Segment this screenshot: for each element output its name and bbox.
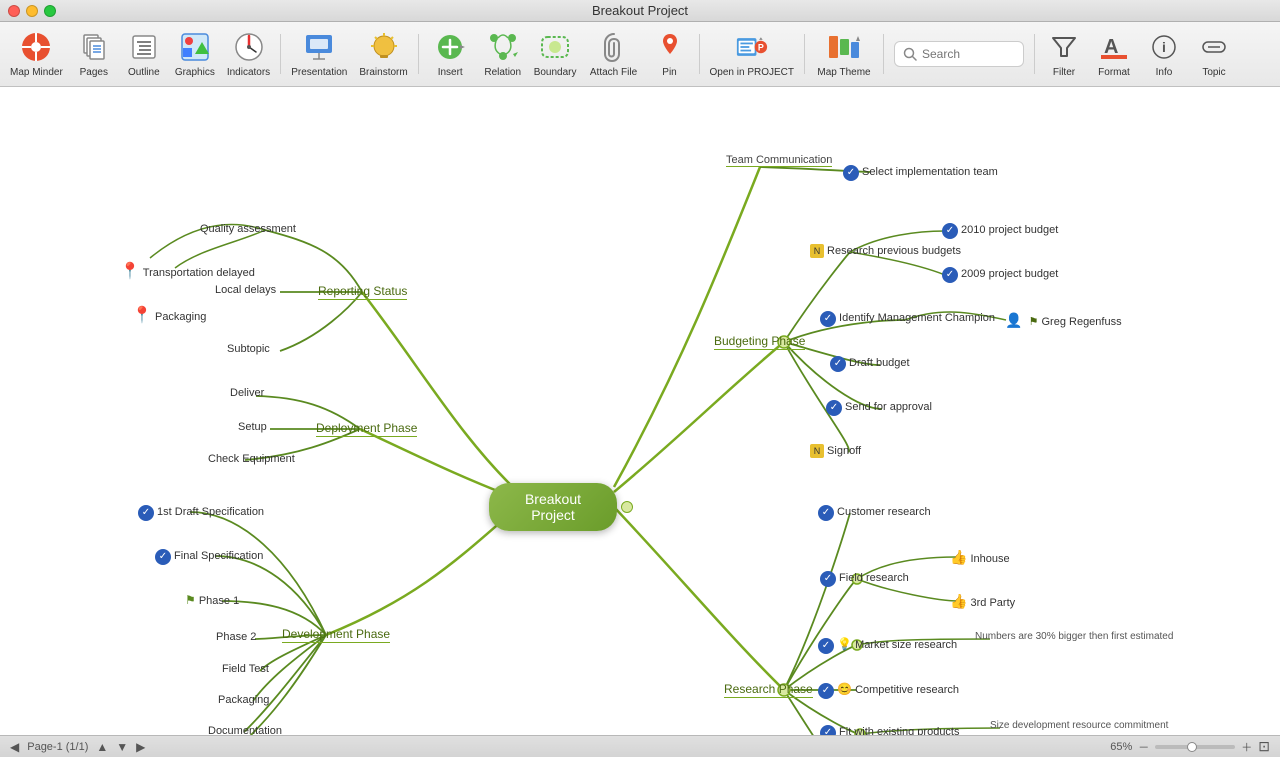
toolbar-item-insert[interactable]: Insert (423, 24, 478, 84)
toolbar-item-brainstorm[interactable]: Brainstorm (353, 24, 413, 84)
indicators-label: Indicators (227, 67, 270, 78)
boundary-label: Boundary (534, 67, 577, 78)
toolbar-item-format[interactable]: A Format (1089, 24, 1139, 84)
sep-4 (804, 34, 805, 74)
zoom-decrease[interactable]: － (1138, 739, 1149, 755)
search-input[interactable] (922, 47, 1012, 61)
open-project-label: Open in PROJECT (710, 67, 794, 78)
page-indicator: Page-1 (1/1) (27, 741, 88, 753)
outline-icon (128, 31, 160, 63)
toolbar-item-topic[interactable]: Topic (1189, 24, 1239, 84)
statusbar-right: 65% － ＋ ⊡ (1110, 738, 1270, 755)
pages-icon (78, 31, 110, 63)
fit-view-icon[interactable]: ⊡ (1258, 738, 1270, 755)
relation-icon (487, 31, 519, 63)
mindmap-svg (0, 87, 1280, 735)
toolbar-item-pin[interactable]: Pin (645, 24, 695, 84)
center-node[interactable]: Breakout Project (489, 483, 617, 531)
toolbar-item-pages[interactable]: Pages (69, 24, 119, 84)
statusbar-left: ◀ Page-1 (1/1) ▲ ▼ ▶ (10, 740, 145, 754)
presentation-icon (303, 31, 335, 63)
format-label: Format (1098, 67, 1130, 78)
sep-2 (418, 34, 419, 74)
nav-up[interactable]: ▲ (96, 740, 108, 754)
statusbar: ◀ Page-1 (1/1) ▲ ▼ ▶ 65% － ＋ ⊡ (0, 735, 1280, 757)
pin-label: Pin (662, 67, 676, 78)
nav-prev[interactable]: ◀ (10, 740, 19, 754)
toolbar-item-map-minder[interactable]: Map Minder (4, 24, 69, 84)
toolbar-item-boundary[interactable]: Boundary (528, 24, 583, 84)
sep-5 (883, 34, 884, 74)
search-icon (903, 47, 917, 61)
map-theme-label: Map Theme (817, 67, 870, 78)
toolbar-item-filter[interactable]: Filter (1039, 24, 1089, 84)
toolbar-item-map-theme[interactable]: Map Theme (809, 24, 879, 84)
sep-3 (699, 34, 700, 74)
toolbar-item-search[interactable] (888, 24, 1030, 84)
sep-1 (280, 34, 281, 74)
svg-text:P: P (758, 42, 764, 52)
minimize-button[interactable] (26, 5, 38, 17)
window-title: Breakout Project (592, 3, 688, 18)
filter-icon (1048, 31, 1080, 63)
brainstorm-label: Brainstorm (359, 67, 407, 78)
relation-label: Relation (484, 67, 521, 78)
sep-6 (1034, 34, 1035, 74)
main-canvas[interactable]: Breakout Project Reporting Status Qualit… (0, 87, 1280, 735)
toolbar-item-presentation[interactable]: Presentation (285, 24, 353, 84)
zoom-level: 65% (1110, 741, 1132, 753)
toolbar-item-open-project[interactable]: P Open in PROJECT (704, 24, 800, 84)
info-icon: i (1148, 31, 1180, 63)
close-button[interactable] (8, 5, 20, 17)
map-minder-label: Map Minder (10, 67, 63, 78)
presentation-label: Presentation (291, 67, 347, 78)
nav-next[interactable]: ▶ (136, 740, 145, 754)
topic-label: Topic (1202, 67, 1225, 78)
nav-down[interactable]: ▼ (116, 740, 128, 754)
pin-icon (654, 31, 686, 63)
brainstorm-icon (368, 31, 400, 63)
boundary-icon (539, 31, 571, 63)
filter-label: Filter (1053, 67, 1075, 78)
indicators-icon (233, 31, 265, 63)
pages-label: Pages (80, 67, 108, 78)
titlebar: Breakout Project (0, 0, 1280, 22)
maximize-button[interactable] (44, 5, 56, 17)
outline-label: Outline (128, 67, 160, 78)
topic-icon (1198, 31, 1230, 63)
graphics-label: Graphics (175, 67, 215, 78)
insert-label: Insert (438, 67, 463, 78)
open-project-icon: P (736, 31, 768, 63)
toolbar-item-graphics[interactable]: Graphics (169, 24, 221, 84)
attach-file-icon (598, 31, 630, 63)
window-controls[interactable] (8, 5, 56, 17)
svg-text:A: A (1104, 36, 1118, 58)
toolbar-item-indicators[interactable]: Indicators (221, 24, 276, 84)
info-label: Info (1156, 67, 1173, 78)
attach-file-label: Attach File (590, 67, 637, 78)
map-minder-icon (20, 31, 52, 63)
map-theme-icon (828, 31, 860, 63)
toolbar-item-attach-file[interactable]: Attach File (583, 24, 645, 84)
zoom-track[interactable] (1155, 745, 1235, 749)
toolbar-item-relation[interactable]: Relation (478, 24, 528, 84)
insert-icon (434, 31, 466, 63)
zoom-thumb[interactable] (1187, 742, 1197, 752)
graphics-icon (179, 31, 211, 63)
format-icon: A (1098, 31, 1130, 63)
toolbar-item-outline[interactable]: Outline (119, 24, 169, 84)
toolbar: Map Minder Pages Outline (0, 22, 1280, 87)
toolbar-item-info[interactable]: i Info (1139, 24, 1189, 84)
zoom-increase[interactable]: ＋ (1241, 739, 1252, 755)
svg-text:i: i (1162, 39, 1166, 55)
